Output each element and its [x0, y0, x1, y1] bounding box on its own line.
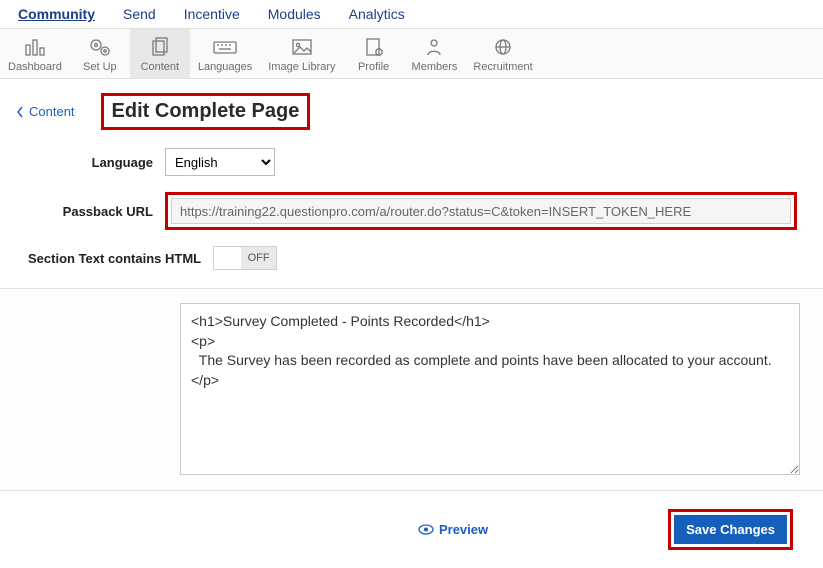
footer-row: Preview Save Changes — [0, 491, 823, 568]
section-html-toggle[interactable]: OFF — [213, 246, 277, 270]
toolbar-label: Content — [141, 61, 180, 73]
toolbar-label: Set Up — [83, 61, 117, 73]
toggle-empty — [214, 247, 241, 269]
nav-incentive[interactable]: Incentive — [184, 6, 240, 22]
passback-url-highlight — [165, 192, 797, 230]
breadcrumb-label: Content — [29, 104, 75, 119]
passback-url-input[interactable] — [171, 198, 791, 224]
page-title: Edit Complete Page — [112, 100, 300, 123]
toolbar-label: Dashboard — [8, 61, 62, 73]
language-select[interactable]: English — [165, 148, 275, 176]
preview-label: Preview — [439, 522, 488, 537]
image-icon — [288, 35, 316, 59]
toggle-off-label: OFF — [241, 247, 276, 269]
document-gear-icon — [360, 35, 388, 59]
pages-icon — [146, 35, 174, 59]
eye-icon — [418, 524, 434, 535]
toolbar-profile[interactable]: Profile — [344, 29, 404, 78]
toolbar-label: Profile — [358, 61, 389, 73]
editor-panel — [0, 288, 823, 491]
toolbar-label: Recruitment — [473, 61, 532, 73]
toolbar-dashboard[interactable]: Dashboard — [0, 29, 70, 78]
passback-label: Passback URL — [0, 204, 165, 219]
crumb-row: Content Edit Complete Page — [0, 79, 823, 140]
page-title-highlight: Edit Complete Page — [101, 93, 311, 130]
nav-community[interactable]: Community — [18, 6, 95, 22]
toolbar-recruitment[interactable]: Recruitment — [465, 29, 540, 78]
save-button-highlight: Save Changes — [668, 509, 793, 550]
breadcrumb-back[interactable]: Content — [10, 100, 81, 123]
globe-icon — [489, 35, 517, 59]
toolbar-members[interactable]: Members — [404, 29, 466, 78]
row-passback: Passback URL — [0, 184, 823, 238]
row-language: Language English — [0, 140, 823, 184]
nav-analytics[interactable]: Analytics — [349, 6, 405, 22]
toolbar-label: Members — [412, 61, 458, 73]
toolbar-label: Languages — [198, 61, 252, 73]
toolbar: Dashboard Set Up Content Languages Image… — [0, 29, 823, 79]
chart-icon — [21, 35, 49, 59]
language-label: Language — [0, 155, 165, 170]
top-nav: Community Send Incentive Modules Analyti… — [0, 0, 823, 29]
row-section-html: Section Text contains HTML OFF — [0, 238, 823, 278]
keyboard-icon — [211, 35, 239, 59]
section-text-editor[interactable] — [180, 303, 800, 475]
nav-send[interactable]: Send — [123, 6, 156, 22]
toolbar-setup[interactable]: Set Up — [70, 29, 130, 78]
section-html-label: Section Text contains HTML — [28, 251, 201, 266]
save-changes-button[interactable]: Save Changes — [674, 515, 787, 544]
nav-modules[interactable]: Modules — [268, 6, 321, 22]
gear-icon — [86, 35, 114, 59]
toolbar-languages[interactable]: Languages — [190, 29, 260, 78]
person-icon — [420, 35, 448, 59]
preview-link[interactable]: Preview — [418, 522, 488, 537]
toolbar-label: Image Library — [268, 61, 335, 73]
toolbar-content[interactable]: Content — [130, 29, 190, 78]
chevron-left-icon — [16, 106, 24, 118]
toolbar-image-library[interactable]: Image Library — [260, 29, 343, 78]
